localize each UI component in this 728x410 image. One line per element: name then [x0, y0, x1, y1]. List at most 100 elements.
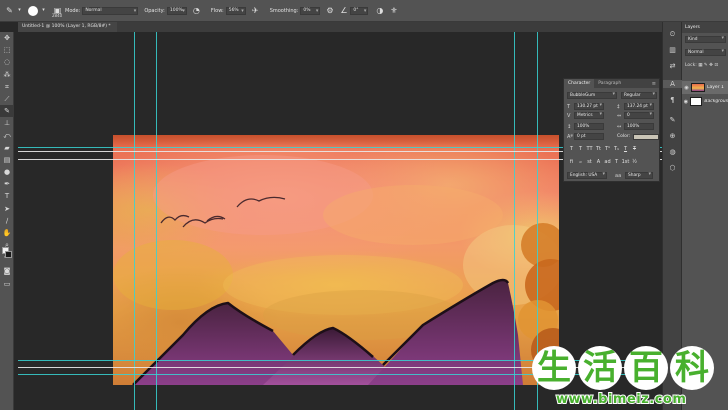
chevron-down-icon[interactable]: ▾ — [15, 6, 24, 15]
tab-character[interactable]: Character — [564, 79, 595, 88]
panel-menu-icon[interactable]: ≡ — [652, 81, 656, 87]
paragraph-icon[interactable]: ¶ — [663, 96, 682, 104]
lock-paint-icon[interactable]: ✎ — [704, 63, 708, 68]
fractions-button[interactable]: ½ — [630, 159, 639, 165]
swash-button[interactable]: A — [594, 159, 603, 165]
type-tool-icon[interactable]: T — [0, 190, 14, 202]
dodge-tool-icon[interactable]: ● — [0, 166, 14, 178]
mode-dropdown[interactable]: Normal — [82, 6, 139, 15]
all-caps-button[interactable]: TT — [585, 146, 594, 152]
layer-row[interactable]: ◉ Layer 1 — [682, 81, 728, 94]
watermark: 生 活 百 科 www.bimeiz.com — [526, 346, 728, 410]
chevron-down-icon[interactable]: ▾ — [39, 6, 48, 15]
guide-vertical[interactable] — [514, 32, 515, 410]
tab-paragraph[interactable]: Paragraph — [594, 79, 625, 88]
line-tool-icon[interactable]: ∕ — [0, 215, 14, 227]
opacity-field[interactable]: 100% — [166, 6, 187, 15]
eye-icon[interactable]: ◉ — [682, 85, 691, 91]
airbrush-icon[interactable]: ✈ — [251, 6, 260, 15]
tracking-field[interactable]: 0 — [624, 112, 654, 119]
font-size-icon: T — [567, 103, 571, 110]
history-icon[interactable]: ⏲ — [663, 30, 682, 39]
crop-tool-icon[interactable]: ⌗ — [0, 81, 14, 93]
ordinal-button[interactable]: 1st — [621, 159, 630, 165]
underline-button[interactable]: T — [621, 146, 630, 152]
discretionary-ligatures-button[interactable]: ℴ — [576, 159, 585, 165]
font-family-select[interactable]: BubbleGum — [567, 92, 617, 99]
leading-field[interactable]: 137.24 pt — [624, 103, 654, 110]
pen-tool-icon[interactable]: ✒ — [0, 178, 14, 190]
screen-mode-icon[interactable]: ▭ — [0, 278, 14, 290]
font-style-select[interactable]: Regular — [621, 92, 657, 99]
language-select[interactable]: English: USA — [567, 172, 607, 179]
guide-vertical[interactable] — [156, 32, 157, 410]
move-tool-icon[interactable]: ✥ — [0, 32, 14, 44]
character-icon[interactable]: A — [663, 80, 682, 88]
ligatures-button[interactable]: fi — [567, 159, 576, 165]
vertical-scale-field[interactable]: 100% — [574, 123, 604, 130]
path-select-tool-icon[interactable]: ➤ — [0, 203, 14, 215]
ordinals-button[interactable]: ad — [603, 159, 612, 165]
gradient-tool-icon[interactable]: ▤ — [0, 154, 14, 166]
adjustments-icon[interactable]: ▥ — [663, 46, 682, 54]
document-canvas[interactable] — [113, 135, 559, 385]
watermark-char: 生 — [532, 346, 576, 390]
font-size-field[interactable]: 130.27 pt — [574, 103, 604, 110]
eyedropper-tool-icon[interactable]: ⟋ — [0, 93, 14, 105]
subscript-button[interactable]: T₁ — [612, 146, 621, 152]
flow-field[interactable]: 56% — [225, 6, 246, 15]
strikethrough-button[interactable]: T — [630, 146, 639, 152]
cloud — [323, 185, 503, 245]
text-color-swatch[interactable] — [633, 133, 660, 140]
smoothing-field[interactable]: 0% — [300, 6, 321, 15]
lock-row: Lock: ▦ ✎ ✥ ⊡ — [685, 63, 718, 68]
background-color-swatch[interactable] — [5, 251, 12, 258]
gear-icon[interactable]: ⚙ — [325, 6, 334, 15]
channels-icon[interactable]: ◍ — [663, 148, 682, 156]
lock-transparent-icon[interactable]: ▦ — [698, 63, 702, 68]
brush-preset-picker[interactable] — [28, 5, 38, 16]
faux-italic-button[interactable]: T — [576, 146, 585, 152]
symmetry-icon[interactable]: ⚜ — [389, 6, 398, 15]
antialias-icon: aa — [615, 172, 622, 179]
antialias-select[interactable]: Sharp — [625, 172, 653, 179]
eye-icon[interactable]: ◉ — [682, 99, 690, 105]
watermark-logo: 生 活 百 科 — [532, 346, 714, 390]
brush-tool-icon[interactable]: ✎ — [0, 105, 14, 118]
superscript-button[interactable]: T¹ — [603, 146, 612, 152]
kerning-field[interactable]: Metrics — [574, 112, 604, 119]
history-brush-tool-icon[interactable]: ⤺ — [0, 130, 14, 142]
small-caps-button[interactable]: Tt — [594, 146, 603, 152]
document-tab[interactable]: Untitled-1 @ 100% (Layer 1, RGB/8#) * — [18, 22, 117, 32]
clone-source-icon[interactable]: ⊕ — [663, 132, 682, 140]
magic-wand-tool-icon[interactable]: ⁂ — [0, 69, 14, 81]
baseline-shift-field[interactable]: 0 pt — [574, 133, 604, 140]
horizontal-scale-field[interactable]: 100% — [624, 123, 654, 130]
lock-position-icon[interactable]: ✥ — [709, 63, 713, 68]
angle-icon[interactable]: ∠ — [339, 6, 348, 15]
lasso-tool-icon[interactable]: ◌ — [0, 56, 14, 68]
titling-button[interactable]: T — [612, 159, 621, 165]
flow-label: Flow: — [210, 7, 224, 14]
layer-filter-select[interactable]: Kind — [685, 36, 726, 43]
blend-mode-select[interactable]: Normal — [685, 49, 726, 56]
quick-mask-icon[interactable]: ◙ — [0, 265, 14, 277]
stylistic-alternates-button[interactable]: st — [585, 159, 594, 165]
properties-icon[interactable]: ⇄ — [663, 62, 682, 70]
lock-all-icon[interactable]: ⊡ — [714, 63, 718, 68]
brush-tool-icon[interactable]: ✎ — [5, 6, 14, 15]
marquee-tool-icon[interactable]: ⬚ — [0, 44, 14, 56]
eraser-tool-icon[interactable]: ▰ — [0, 142, 14, 154]
layer-row[interactable]: ◉ Background — [682, 95, 728, 108]
stamp-tool-icon[interactable]: ⊥ — [0, 117, 14, 129]
angle-field[interactable]: 0° — [350, 6, 369, 15]
brush-settings-icon[interactable]: ✎ — [663, 116, 682, 124]
guide-vertical[interactable] — [134, 32, 135, 410]
3d-icon[interactable]: ⬡ — [663, 164, 682, 172]
hand-tool-icon[interactable]: ✋ — [0, 227, 14, 239]
faux-bold-button[interactable]: T — [567, 146, 576, 152]
pressure-size-icon[interactable]: ◑ — [375, 6, 384, 15]
pressure-opacity-icon[interactable]: ◔ — [192, 6, 201, 15]
opacity-label: Opacity: — [144, 7, 165, 14]
smoothing-label: Smoothing: — [269, 7, 299, 14]
